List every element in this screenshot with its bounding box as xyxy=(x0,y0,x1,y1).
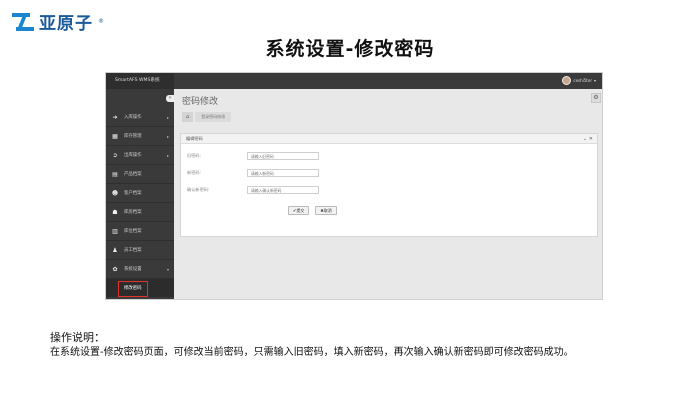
sidebar-item-locations[interactable]: ▥ 库位档案 xyxy=(106,222,174,241)
sidebar-item-customers[interactable]: ☻ 客户档案 xyxy=(106,184,174,203)
new-password-label: 新密码: xyxy=(187,170,201,175)
confirm-password-field[interactable] xyxy=(247,186,319,194)
company-logo: 亚原子 ® xyxy=(12,9,104,34)
users-icon: ☻ xyxy=(111,189,119,197)
new-password-field[interactable] xyxy=(247,169,319,177)
form-actions: ✔提交 ✖取消 xyxy=(288,206,337,215)
logo-registered-mark: ® xyxy=(98,18,104,25)
archive-icon: ▤ xyxy=(112,170,118,178)
breadcrumb-current: 登录密码修改 xyxy=(195,112,232,122)
chevron-down-icon: ▾ xyxy=(593,78,596,83)
old-password-field[interactable] xyxy=(247,152,319,160)
panel-title: 编辑密码 xyxy=(186,136,203,141)
gear-icon: ✿ xyxy=(112,265,118,273)
chevron-right-icon: ▸ xyxy=(166,114,169,120)
old-password-label: 旧密码: xyxy=(187,153,201,158)
sidebar-item-inbound[interactable]: ➜ 入库操作 ▸ xyxy=(106,108,174,127)
sidebar-item-label: 员工档案 xyxy=(124,248,142,253)
grid-icon: ▦ xyxy=(112,132,118,140)
sidebar-item-label: 库存管理 xyxy=(124,134,142,139)
sidebar: « ➜ 入库操作 ▸ ▦ 库存管理 ▸ ➲ 出库操作 ▸ ▤ 产品档案 ☻ 客户… xyxy=(106,89,174,299)
sidebar-item-inventory[interactable]: ▦ 库存管理 ▸ xyxy=(106,127,174,146)
slide-title: 系统设置-修改密码 xyxy=(265,38,435,60)
highlight-annotation xyxy=(118,281,148,297)
breadcrumb: ⌂ 登录密码修改 xyxy=(182,112,232,122)
instructions-body: 在系统设置-修改密码页面，可修改当前密码，只需输入旧密码，填入新密码，再次输入确… xyxy=(50,347,574,358)
submit-button[interactable]: ✔提交 xyxy=(288,206,310,215)
user-menu[interactable]: ceshi5ter ▾ xyxy=(562,76,596,85)
old-password-row: 旧密码: xyxy=(181,151,319,161)
confirm-password-label: 确认新密码: xyxy=(187,187,210,192)
chevron-down-icon: ▾ xyxy=(166,266,169,272)
sidebar-item-label: 客户档案 xyxy=(124,191,142,196)
home-icon[interactable]: ⌂ xyxy=(182,112,194,122)
new-password-row: 新密码: xyxy=(181,168,319,178)
avatar xyxy=(562,76,572,85)
password-panel: 编辑密码 ⌄ ✕ 旧密码: 新密码: 确认新密码: ✔提交 ✖取消 xyxy=(180,133,598,237)
arrow-in-icon: ➜ xyxy=(112,113,118,121)
cancel-button[interactable]: ✖取消 xyxy=(315,206,337,215)
top-bar: SmartAFS WMS系统 ceshi5ter ▾ xyxy=(106,73,602,89)
chevron-right-icon: ▸ xyxy=(166,152,169,158)
app-brand[interactable]: SmartAFS WMS系统 xyxy=(106,73,174,89)
chevron-right-icon: ▸ xyxy=(166,133,169,139)
sidebar-item-employees[interactable]: ♟ 员工档案 xyxy=(106,241,174,260)
sidebar-item-label: 库房档案 xyxy=(124,210,142,215)
user-icon: ♟ xyxy=(112,246,118,254)
sidebar-collapse-button[interactable]: « xyxy=(166,95,174,102)
slide: 亚原子 ® 系统设置-修改密码 SmartAFS WMS系统 ceshi5ter… xyxy=(0,0,700,394)
warehouse-icon: ☗ xyxy=(112,208,118,216)
sidebar-nav: ➜ 入库操作 ▸ ▦ 库存管理 ▸ ➲ 出库操作 ▸ ▤ 产品档案 ☻ 客户档案… xyxy=(106,108,174,297)
settings-gear-button[interactable]: ⚙ xyxy=(591,93,601,103)
sidebar-item-outbound[interactable]: ➲ 出库操作 ▸ xyxy=(106,146,174,165)
sidebar-item-settings[interactable]: ✿ 系统设置 ▾ xyxy=(106,260,174,279)
sidebar-item-label: 入库操作 xyxy=(124,115,142,120)
logo-mark-icon xyxy=(12,12,34,32)
sidebar-item-products[interactable]: ▤ 产品档案 xyxy=(106,165,174,184)
logo-text: 亚原子 xyxy=(39,14,93,34)
panel-tools[interactable]: ⌄ ✕ xyxy=(583,134,593,144)
sidebar-item-warehouses[interactable]: ☗ 库房档案 xyxy=(106,203,174,222)
sidebar-item-label: 出库操作 xyxy=(124,153,142,158)
sidebar-item-label: 产品档案 xyxy=(124,172,142,177)
confirm-password-row: 确认新密码: xyxy=(181,185,319,195)
sidebar-item-label: 库位档案 xyxy=(124,229,142,234)
main-content: 密码修改 ⚙ ⌂ 登录密码修改 编辑密码 ⌄ ✕ 旧密码: 新密码: xyxy=(174,89,602,299)
location-icon: ▥ xyxy=(112,227,118,235)
page-title: 密码修改 xyxy=(182,97,219,107)
arrow-out-icon: ➲ xyxy=(112,151,118,159)
panel-header: 编辑密码 ⌄ ✕ xyxy=(181,134,597,144)
app-screenshot: SmartAFS WMS系统 ceshi5ter ▾ « ➜ 入库操作 ▸ ▦ … xyxy=(105,72,603,300)
user-name: ceshi5ter xyxy=(573,78,592,83)
sidebar-item-label: 系统设置 xyxy=(124,267,142,272)
